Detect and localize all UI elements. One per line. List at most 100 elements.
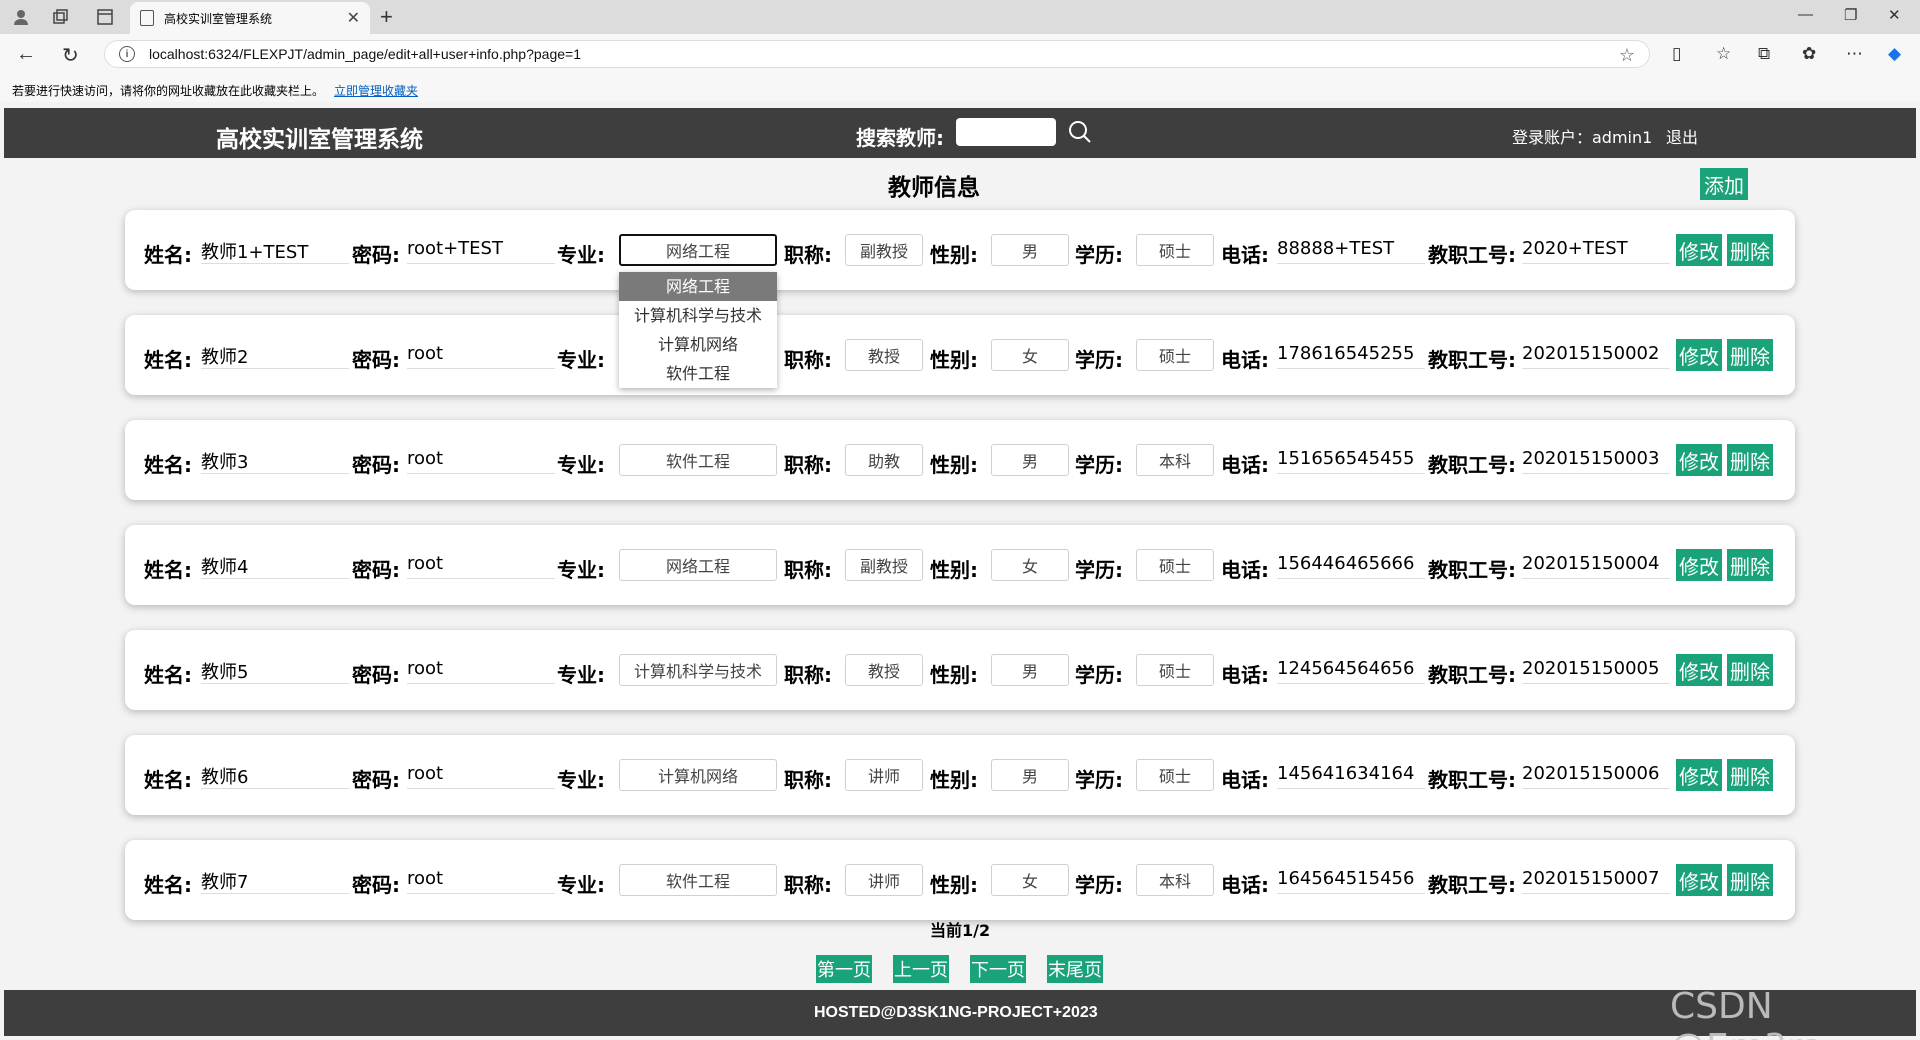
title-select[interactable]: 教授 — [845, 654, 923, 686]
phone-field[interactable]: 151656545455 — [1277, 448, 1425, 474]
close-tab-icon[interactable]: ✕ — [347, 8, 360, 28]
delete-button[interactable]: 删除 — [1727, 339, 1773, 371]
major-option[interactable]: 计算机网络 — [619, 330, 777, 359]
collections-toolbar-icon[interactable]: ⧉ — [1758, 44, 1770, 64]
logout-link[interactable]: 退出 — [1666, 124, 1698, 148]
restore-icon[interactable]: ❐ — [1844, 6, 1857, 24]
major-select[interactable]: 网络工程 — [619, 549, 777, 581]
search-icon[interactable] — [1068, 120, 1092, 144]
favorite-star-icon[interactable]: ☆ — [1619, 45, 1635, 66]
gender-select[interactable]: 女 — [991, 549, 1069, 581]
collections-icon[interactable] — [50, 6, 72, 28]
refresh-icon[interactable]: ↻ — [62, 43, 79, 68]
prev-page-button[interactable]: 上一页 — [893, 955, 949, 983]
split-screen-icon[interactable]: ▯ — [1672, 44, 1681, 64]
delete-button[interactable]: 删除 — [1727, 234, 1773, 266]
major-option[interactable]: 软件工程 — [619, 359, 777, 388]
gender-select[interactable]: 女 — [991, 339, 1069, 371]
delete-button[interactable]: 删除 — [1727, 759, 1773, 791]
edit-button[interactable]: 修改 — [1676, 444, 1722, 476]
major-select[interactable]: 计算机网络 — [619, 759, 777, 791]
name-field[interactable]: 教师4 — [201, 553, 349, 579]
url-field[interactable]: i localhost:6324/FLEXPJT/admin_page/edit… — [104, 40, 1650, 68]
phone-field[interactable]: 88888+TEST — [1277, 238, 1425, 264]
gender-select[interactable]: 男 — [991, 759, 1069, 791]
site-info-icon[interactable]: i — [119, 46, 135, 62]
phone-field[interactable]: 124564564656 — [1277, 658, 1425, 684]
edit-button[interactable]: 修改 — [1676, 339, 1722, 371]
name-field[interactable]: 教师7 — [201, 868, 349, 894]
staff-id-field[interactable]: 202015150003 — [1522, 448, 1670, 474]
delete-button[interactable]: 删除 — [1727, 444, 1773, 476]
name-field[interactable]: 教师2 — [201, 343, 349, 369]
education-select[interactable]: 硕士 — [1136, 234, 1214, 266]
major-select[interactable]: 软件工程 — [619, 444, 777, 476]
major-option[interactable]: 计算机科学与技术 — [619, 301, 777, 330]
staff-id-field[interactable]: 202015150005 — [1522, 658, 1670, 684]
tab-actions-icon[interactable] — [94, 6, 116, 28]
major-option[interactable]: 网络工程 — [619, 272, 777, 301]
favorites-icon[interactable]: ☆ — [1716, 44, 1731, 64]
profile-icon[interactable] — [10, 6, 32, 28]
more-icon[interactable]: ⋯ — [1846, 44, 1863, 64]
phone-field[interactable]: 164564515456 — [1277, 868, 1425, 894]
name-field[interactable]: 教师3 — [201, 448, 349, 474]
phone-field[interactable]: 178616545255 — [1277, 343, 1425, 369]
edit-button[interactable]: 修改 — [1676, 654, 1722, 686]
phone-field[interactable]: 156446465666 — [1277, 553, 1425, 579]
password-field[interactable]: root — [407, 343, 555, 369]
staff-id-field[interactable]: 202015150002 — [1522, 343, 1670, 369]
delete-button[interactable]: 删除 — [1727, 654, 1773, 686]
title-select[interactable]: 讲师 — [845, 759, 923, 791]
new-tab-icon[interactable]: + — [380, 4, 393, 30]
major-select[interactable]: 网络工程 — [619, 234, 777, 266]
edit-button[interactable]: 修改 — [1676, 864, 1722, 896]
gender-select[interactable]: 男 — [991, 234, 1069, 266]
education-select[interactable]: 硕士 — [1136, 654, 1214, 686]
staff-id-field[interactable]: 202015150006 — [1522, 763, 1670, 789]
add-teacher-button[interactable]: 添加 — [1700, 168, 1748, 200]
last-page-button[interactable]: 末尾页 — [1047, 955, 1103, 983]
browser-tab-active[interactable]: 高校实训室管理系统 ✕ — [130, 2, 370, 34]
staff-id-field[interactable]: 2020+TEST — [1522, 238, 1670, 264]
education-select[interactable]: 本科 — [1136, 444, 1214, 476]
gender-select[interactable]: 男 — [991, 654, 1069, 686]
education-select[interactable]: 硕士 — [1136, 549, 1214, 581]
close-window-icon[interactable]: ✕ — [1888, 6, 1901, 24]
staff-id-field[interactable]: 202015150004 — [1522, 553, 1670, 579]
education-select[interactable]: 本科 — [1136, 864, 1214, 896]
extensions-icon[interactable]: ✿ — [1802, 44, 1816, 64]
minimize-icon[interactable]: — — [1798, 6, 1813, 23]
gender-select[interactable]: 男 — [991, 444, 1069, 476]
title-select[interactable]: 教授 — [845, 339, 923, 371]
password-field[interactable]: root — [407, 868, 555, 894]
back-icon[interactable]: ← — [16, 43, 36, 66]
edit-button[interactable]: 修改 — [1676, 234, 1722, 266]
manage-favorites-link[interactable]: 立即管理收藏夹 — [334, 84, 418, 98]
first-page-button[interactable]: 第一页 — [816, 955, 872, 983]
major-select[interactable]: 计算机科学与技术 — [619, 654, 777, 686]
password-field[interactable]: root — [407, 763, 555, 789]
delete-button[interactable]: 删除 — [1727, 864, 1773, 896]
password-field[interactable]: root — [407, 448, 555, 474]
education-select[interactable]: 硕士 — [1136, 759, 1214, 791]
phone-field[interactable]: 145641634164 — [1277, 763, 1425, 789]
staff-id-field[interactable]: 202015150007 — [1522, 868, 1670, 894]
name-field[interactable]: 教师6 — [201, 763, 349, 789]
name-field[interactable]: 教师5 — [201, 658, 349, 684]
gender-select[interactable]: 女 — [991, 864, 1069, 896]
name-field[interactable]: 教师1+TEST — [201, 238, 349, 264]
edit-button[interactable]: 修改 — [1676, 759, 1722, 791]
password-field[interactable]: root+TEST — [407, 238, 555, 264]
title-select[interactable]: 副教授 — [845, 549, 923, 581]
password-field[interactable]: root — [407, 658, 555, 684]
delete-button[interactable]: 删除 — [1727, 549, 1773, 581]
edit-button[interactable]: 修改 — [1676, 549, 1722, 581]
title-select[interactable]: 助教 — [845, 444, 923, 476]
password-field[interactable]: root — [407, 553, 555, 579]
title-select[interactable]: 副教授 — [845, 234, 923, 266]
next-page-button[interactable]: 下一页 — [970, 955, 1026, 983]
title-select[interactable]: 讲师 — [845, 864, 923, 896]
copilot-icon[interactable]: ◆ — [1888, 44, 1901, 64]
search-teacher-input[interactable] — [956, 118, 1056, 146]
